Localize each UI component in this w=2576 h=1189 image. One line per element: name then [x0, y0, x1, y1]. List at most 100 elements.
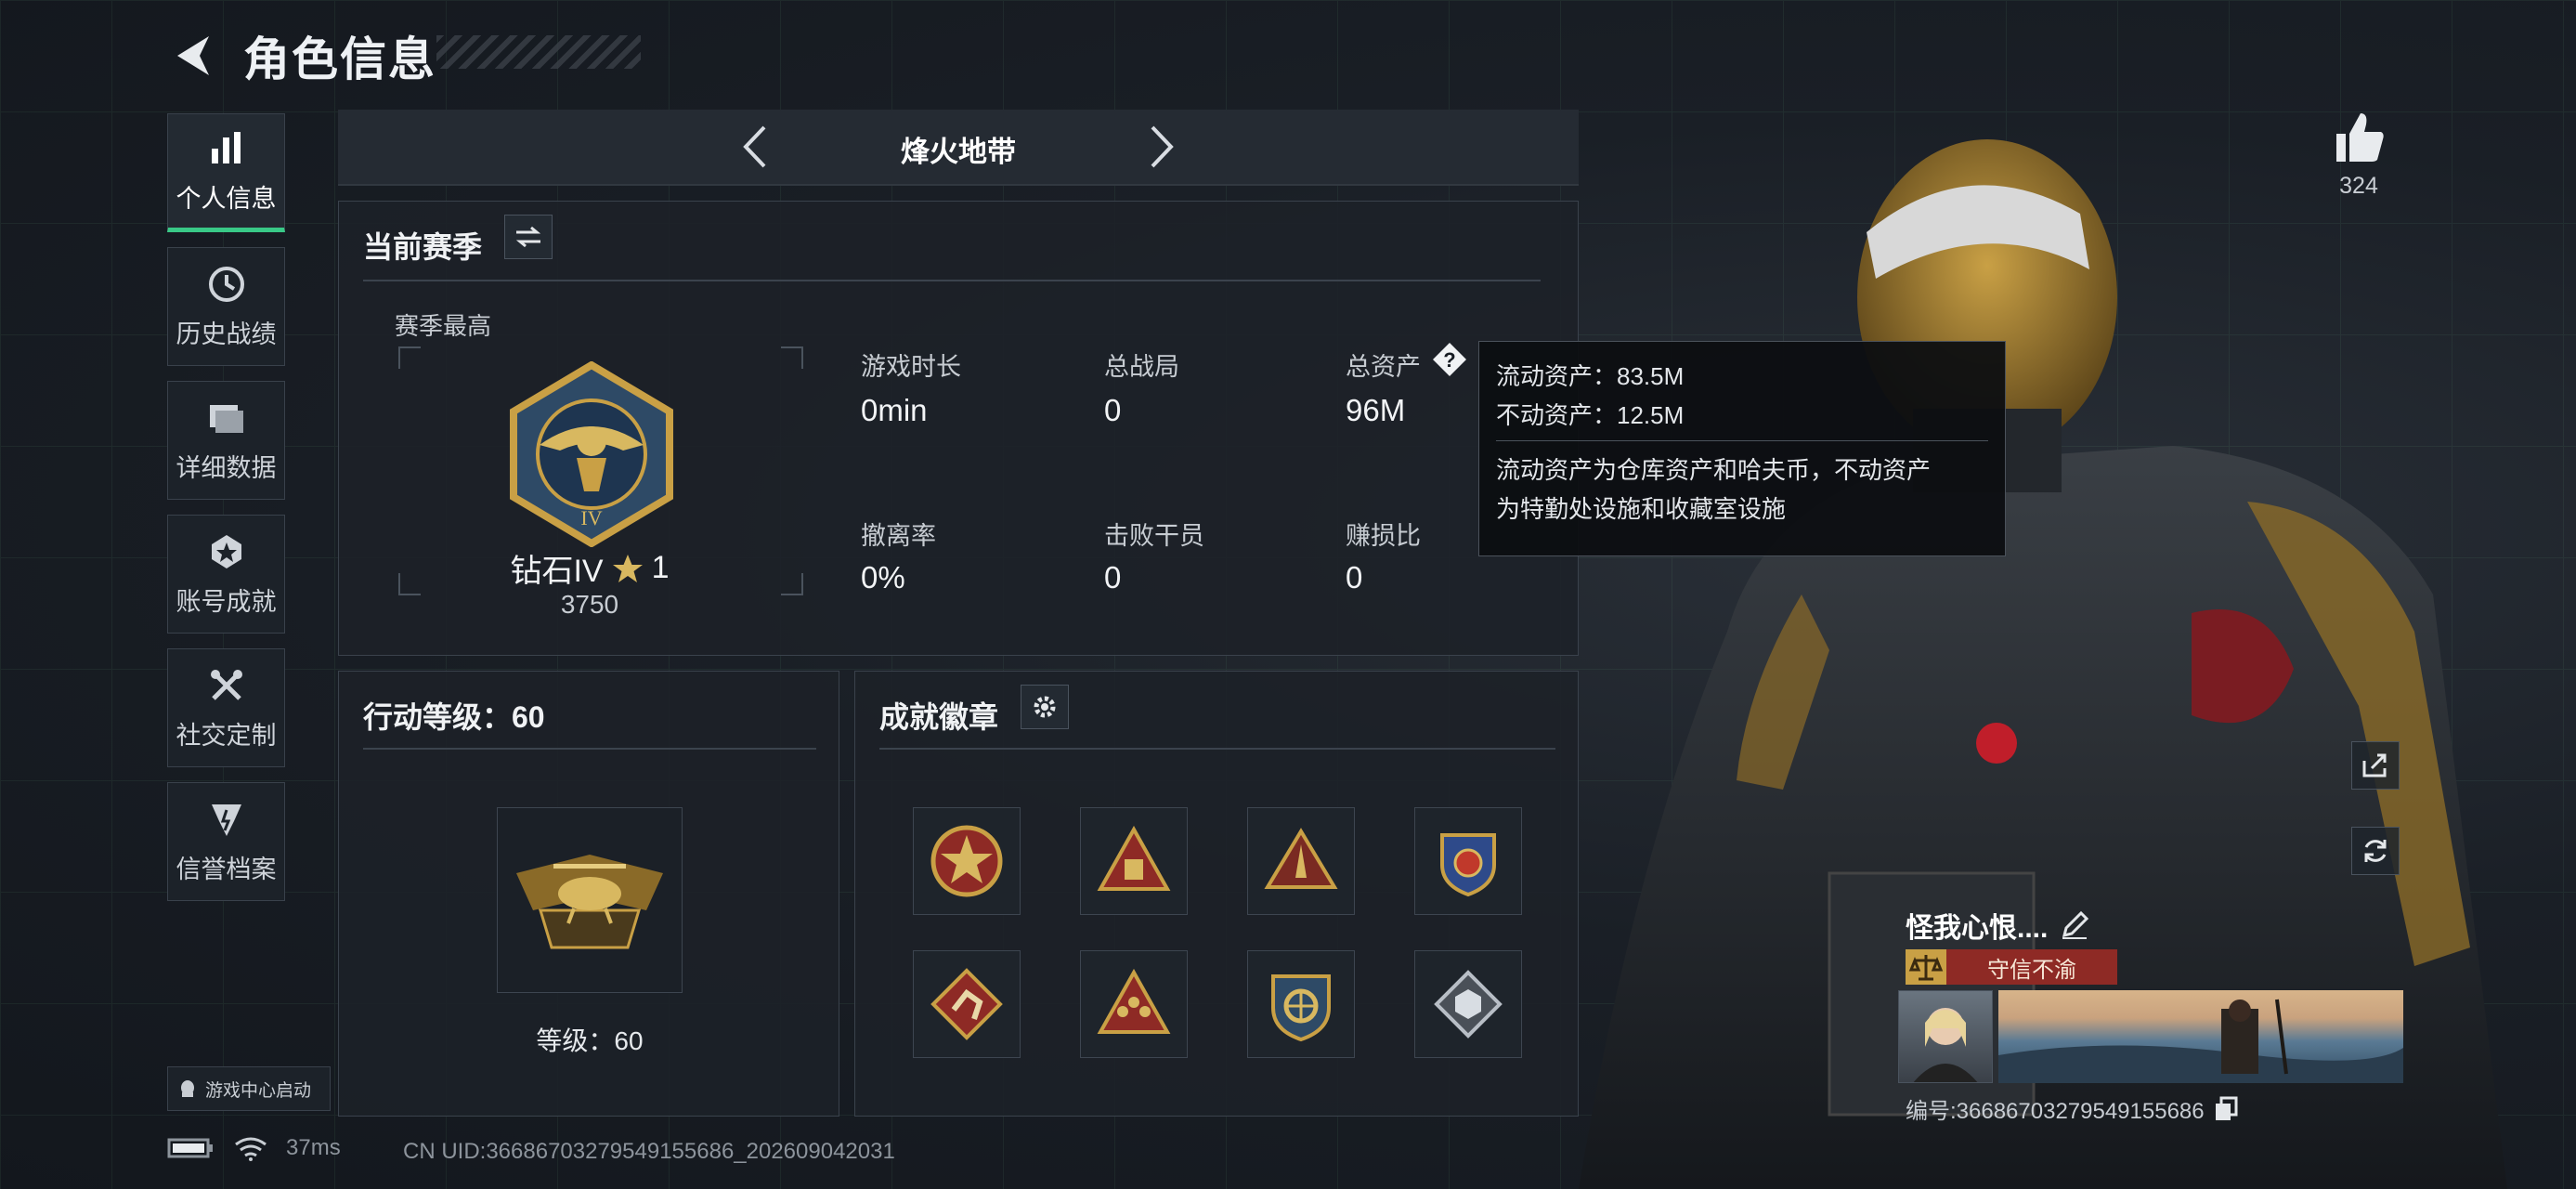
sidebar-item-history[interactable]: 历史战绩	[167, 247, 285, 366]
sidebar-item-detail-data[interactable]: 详细数据	[167, 381, 285, 500]
sidebar-item-label: 历史战绩	[176, 320, 277, 348]
achievement-panel: 成就徽章	[854, 671, 1579, 1117]
avatar-portrait-icon	[1913, 1008, 1978, 1082]
action-level-title: 行动等级：60	[363, 700, 545, 734]
gear-icon	[1034, 696, 1056, 718]
asset-tooltip: 流动资产：83.5M 不动资产：12.5M 流动资产为仓库资产和哈夫币，不动资产…	[1478, 341, 2006, 556]
badge-rocket-icon	[1264, 828, 1338, 889]
help-icon: ?	[1433, 343, 1466, 376]
badge-target-icon	[1271, 974, 1331, 1042]
name-card-banner[interactable]	[1998, 990, 2403, 1083]
sidebar-item-personal-info[interactable]: 个人信息	[167, 113, 285, 232]
stat-value: 0min	[861, 393, 928, 427]
diamond-rank-emblem-icon: IV	[510, 361, 673, 547]
achievement-badge[interactable]	[1080, 807, 1188, 915]
badge-cube-icon	[1434, 970, 1503, 1039]
rank-points: 3750	[560, 590, 619, 619]
svg-text:?: ?	[1443, 348, 1455, 372]
achievement-title: 成就徽章	[879, 700, 999, 734]
sidebar-item-label: 详细数据	[176, 453, 277, 482]
ping-text: 37ms	[286, 1135, 341, 1160]
tooltip-description-line: 流动资产为仓库资产和哈夫币，不动资产	[1496, 456, 1932, 484]
folder-icon	[209, 404, 243, 433]
like-count: 324	[2339, 173, 2378, 199]
divider	[363, 280, 1541, 281]
copy-icon[interactable]	[2214, 1096, 2238, 1122]
mode-selector: 烽火地带	[338, 110, 1579, 186]
launch-label: 游戏中心启动	[205, 1080, 312, 1101]
title-tag-text: 守信不渝	[1987, 957, 2076, 983]
thumbs-up-icon	[2336, 113, 2384, 162]
season-best-label: 赛季最高	[395, 312, 492, 340]
divider	[879, 748, 1555, 750]
asset-help-button[interactable]: ?	[1431, 341, 1468, 378]
stat-label: 赚损比	[1346, 522, 1421, 550]
helicopter-emblem-icon	[516, 855, 663, 949]
achievement-badge[interactable]	[1414, 807, 1522, 915]
stat-value: 0	[1346, 560, 1363, 594]
medal-icon	[211, 534, 241, 568]
page-title: 角色信息	[243, 33, 436, 85]
next-mode-button[interactable]	[1135, 119, 1190, 175]
refresh-icon	[2364, 840, 2387, 862]
switch-season-button[interactable]	[504, 215, 553, 259]
sidebar-item-label: 信誉档案	[176, 855, 277, 883]
achievement-badge[interactable]	[1080, 950, 1188, 1058]
nickname-row: 怪我心恨....	[1906, 905, 2090, 946]
qq-icon	[181, 1080, 194, 1097]
edit-icon[interactable]	[2059, 909, 2090, 941]
achievement-badge[interactable]	[1247, 807, 1355, 915]
action-level-panel: 行动等级：60 等级：60	[338, 671, 839, 1117]
action-level-emblem-frame	[497, 807, 683, 993]
stat-label: 撤离率	[861, 522, 936, 550]
wifi-icon	[235, 1137, 267, 1161]
badge-shield-icon	[1440, 833, 1496, 897]
rank-name: 钻石IV	[510, 554, 604, 589]
rank-row: 钻石IV 1	[395, 545, 785, 591]
game-center-launch-button[interactable]: 游戏中心启动	[167, 1066, 331, 1111]
back-button[interactable]	[167, 28, 219, 84]
avatar[interactable]	[1898, 990, 1993, 1083]
sidebar-item-achievements[interactable]: 账号成就	[167, 515, 285, 634]
sidebar-item-label: 账号成就	[176, 587, 277, 616]
achievement-badge[interactable]	[1247, 950, 1355, 1058]
season-panel-title: 当前赛季	[363, 230, 483, 264]
tooltip-description-line: 为特勤处设施和收藏室设施	[1496, 495, 1787, 523]
stat-value: 0	[1104, 393, 1122, 427]
battery-icon	[167, 1138, 213, 1158]
badge-triangle-icon	[1097, 825, 1171, 891]
nickname: 怪我心恨....	[1906, 913, 2049, 944]
status-bar: 37ms	[167, 1135, 341, 1161]
banner-scene-image	[1998, 999, 2403, 1083]
player-id: 编号:36686703279549155686	[1906, 1099, 2205, 1124]
badge-squad-icon	[1097, 968, 1171, 1034]
back-arrow-icon	[177, 36, 209, 75]
share-button[interactable]	[2351, 741, 2400, 790]
stat-label: 击败干员	[1104, 522, 1204, 550]
badge-kick-icon	[930, 968, 1003, 1040]
tools-icon	[210, 669, 242, 700]
achievement-badge[interactable]	[1414, 950, 1522, 1058]
tooltip-divider	[1496, 440, 1988, 441]
achievement-badge[interactable]	[913, 807, 1021, 915]
scale-icon	[1908, 955, 1944, 981]
star-icon	[612, 554, 643, 582]
like-button[interactable]	[2331, 110, 2387, 165]
bar-chart-icon	[211, 131, 241, 163]
season-panel: 当前赛季 赛季最高 IV 钻石IV 1 3750 游戏时长 0min 总战局 0…	[338, 201, 1579, 656]
title-decoration	[436, 35, 641, 69]
clock-icon	[208, 266, 244, 302]
refresh-button[interactable]	[2351, 827, 2400, 875]
svg-text:IV: IV	[580, 506, 602, 529]
sidebar-item-social-custom[interactable]: 社交定制	[167, 648, 285, 767]
stat-label: 总资产	[1346, 353, 1421, 381]
title-tag: 守信不渝	[1906, 949, 2117, 985]
uid-text: CN UID:36686703279549155686_202609042031	[403, 1139, 895, 1164]
sidebar-item-reputation[interactable]: 信誉档案	[167, 782, 285, 901]
achievement-settings-button[interactable]	[1021, 685, 1069, 729]
stat-value: 0	[1104, 560, 1122, 594]
shield-icon	[211, 804, 241, 836]
stat-value: 0%	[861, 560, 905, 594]
achievement-badge[interactable]	[913, 950, 1021, 1058]
sidebar-item-label: 个人信息	[176, 184, 277, 213]
